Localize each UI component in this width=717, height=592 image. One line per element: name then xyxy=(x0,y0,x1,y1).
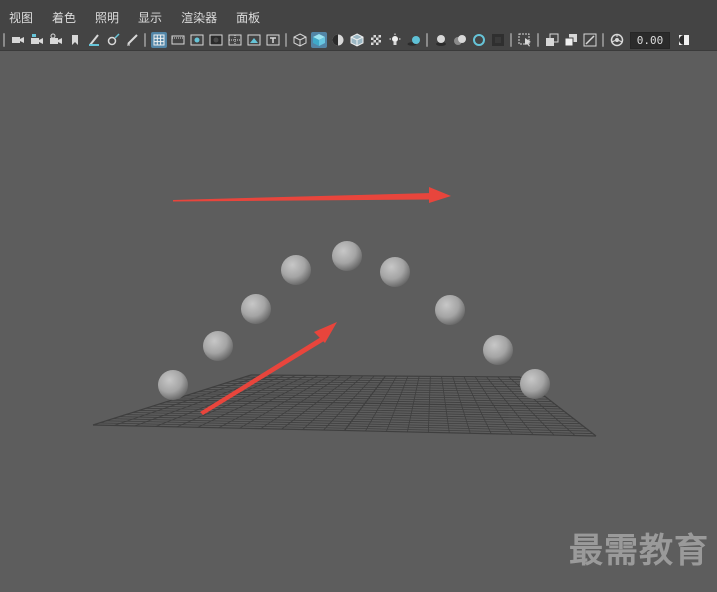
multisample-aa-icon[interactable] xyxy=(471,32,487,48)
screen-space-ao-icon[interactable] xyxy=(433,32,449,48)
menu-lighting[interactable]: 照明 xyxy=(86,6,129,30)
camera-lock-icon[interactable] xyxy=(48,32,64,48)
wireframe-icon[interactable] xyxy=(292,32,308,48)
xray-icon[interactable] xyxy=(544,32,560,48)
toolbar-separator[interactable] xyxy=(602,33,604,47)
toolbar-separator[interactable] xyxy=(3,33,5,47)
watermark-logo: 最需教育 xyxy=(569,531,709,571)
isolate-select-icon[interactable] xyxy=(517,32,533,48)
xray-active-icon[interactable] xyxy=(563,32,579,48)
sphere[interactable] xyxy=(158,370,188,400)
grid-icon[interactable] xyxy=(150,32,167,48)
safe-action-icon[interactable] xyxy=(246,32,262,48)
grid-line xyxy=(204,389,543,395)
resolution-gate-icon[interactable] xyxy=(189,32,205,48)
menu-view[interactable]: 视图 xyxy=(0,6,43,30)
sphere[interactable] xyxy=(380,257,410,287)
exposure-icon[interactable] xyxy=(609,32,625,48)
sphere[interactable] xyxy=(281,255,311,285)
shadows-icon[interactable] xyxy=(406,32,422,48)
panel-toolbar: 0.00 xyxy=(0,30,717,51)
default-material-icon[interactable] xyxy=(330,32,346,48)
field-chart-icon[interactable] xyxy=(227,32,243,48)
panel-menu-bar: 视图 着色 照明 显示 渲染器 面板 xyxy=(0,6,717,30)
scene-view[interactable] xyxy=(0,51,717,592)
depth-of-field-icon[interactable] xyxy=(490,32,506,48)
sphere[interactable] xyxy=(203,331,233,361)
sphere[interactable] xyxy=(483,335,513,365)
arrow-top-annotation xyxy=(173,187,451,203)
sphere[interactable] xyxy=(520,369,550,399)
menu-shading[interactable]: 着色 xyxy=(43,6,86,30)
bookmark-icon[interactable] xyxy=(67,32,83,48)
toolbar-separator[interactable] xyxy=(426,33,428,47)
safe-title-icon[interactable] xyxy=(265,32,281,48)
toolbar-separator[interactable] xyxy=(510,33,512,47)
toolbar-separator[interactable] xyxy=(144,33,146,47)
perspective-viewport[interactable]: 最需教育 xyxy=(0,51,717,592)
grid-line xyxy=(198,391,546,398)
sphere[interactable] xyxy=(332,241,362,271)
film-gate-icon[interactable] xyxy=(170,32,186,48)
toolbar-separator[interactable] xyxy=(285,33,287,47)
gate-mask-icon[interactable] xyxy=(208,32,224,48)
menu-panels[interactable]: 面板 xyxy=(227,6,270,30)
transform-pivot-icon[interactable] xyxy=(105,32,121,48)
use-all-lights-icon[interactable] xyxy=(387,32,403,48)
wireframe-on-shaded-icon[interactable] xyxy=(349,32,365,48)
grease-pencil-icon[interactable] xyxy=(86,32,102,48)
smooth-shade-icon[interactable] xyxy=(310,32,327,48)
menu-show[interactable]: 显示 xyxy=(129,6,172,30)
toolbar-separator[interactable] xyxy=(537,33,539,47)
sphere[interactable] xyxy=(435,295,465,325)
motion-blur-icon[interactable] xyxy=(452,32,468,48)
exposure-field[interactable]: 0.00 xyxy=(630,31,670,49)
grid-line xyxy=(211,387,540,393)
menu-renderer[interactable]: 渲染器 xyxy=(172,6,227,30)
xray-joints-icon[interactable] xyxy=(582,32,598,48)
pen-icon[interactable] xyxy=(124,32,140,48)
sphere[interactable] xyxy=(241,294,271,324)
camera-select-icon[interactable] xyxy=(29,32,45,48)
textured-icon[interactable] xyxy=(368,32,384,48)
camera-icon[interactable] xyxy=(10,32,26,48)
gamma-icon[interactable] xyxy=(676,32,692,48)
